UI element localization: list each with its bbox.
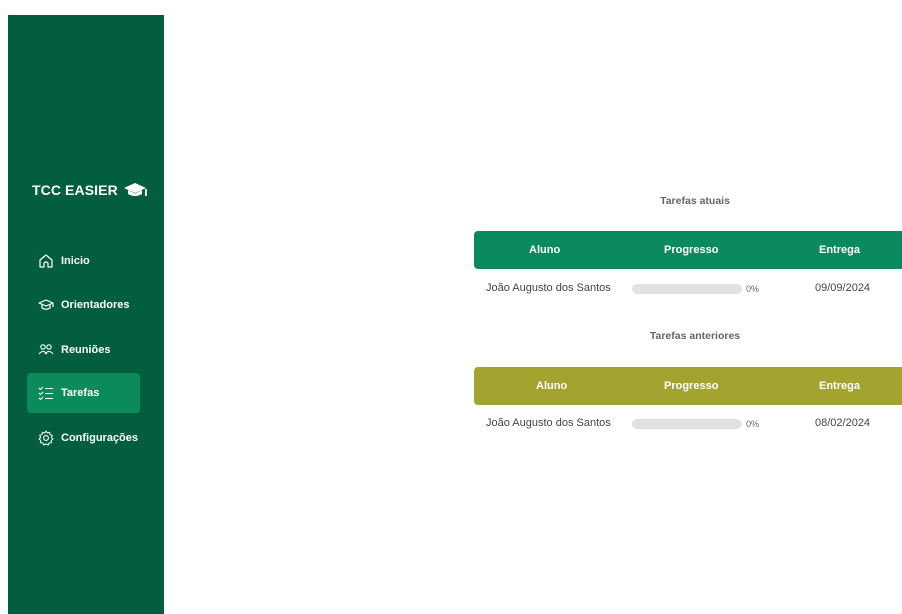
brand-name: TCC EASIER	[32, 182, 118, 198]
brand-logo[interactable]: TCC EASIER	[32, 181, 149, 199]
progress-bar	[632, 419, 742, 429]
previous-tasks-header: Aluno Progresso Entrega	[474, 367, 902, 405]
due-date: 08/02/2024	[815, 417, 871, 429]
graduation-cap-icon	[123, 181, 149, 199]
sidebar-item-tarefas[interactable]: Tarefas	[27, 373, 140, 413]
sidebar-item-reunioes[interactable]: Reuniões	[27, 330, 140, 370]
table-row[interactable]: João Augusto dos Santos 0% 08/02/2024	[474, 414, 902, 434]
column-header-entrega: Entrega	[819, 380, 860, 392]
sidebar-item-label: Inicio	[61, 255, 90, 267]
current-tasks-title: Tarefas atuais	[660, 195, 730, 207]
column-header-progresso: Progresso	[664, 244, 719, 256]
gear-icon	[38, 430, 54, 446]
home-icon	[38, 253, 54, 269]
previous-tasks-title: Tarefas anteriores	[649, 330, 741, 342]
current-tasks-header: Aluno Progresso Entrega	[474, 231, 902, 269]
column-header-aluno: Aluno	[536, 380, 568, 392]
checklist-icon	[38, 385, 54, 401]
due-date: 09/09/2024	[815, 282, 871, 294]
column-header-entrega: Entrega	[819, 244, 860, 256]
sidebar-item-label: Configurações	[61, 432, 139, 444]
sidebar-item-inicio[interactable]: Inicio	[27, 241, 140, 281]
student-name: João Augusto dos Santos	[486, 282, 611, 294]
progress-label: 0%	[746, 284, 760, 294]
sidebar-item-label: Orientadores	[61, 299, 130, 311]
sidebar-item-label: Reuniões	[61, 344, 111, 356]
table-row[interactable]: João Augusto dos Santos 0% 09/09/2024	[474, 279, 902, 299]
sidebar-item-label: Tarefas	[61, 387, 100, 399]
progress-label: 0%	[746, 419, 760, 429]
column-header-progresso: Progresso	[664, 380, 719, 392]
sidebar-item-orientadores[interactable]: Orientadores	[27, 285, 140, 325]
sidebar-item-configuracoes[interactable]: Configurações	[27, 418, 140, 458]
column-header-aluno: Aluno	[529, 244, 561, 256]
progress-bar	[632, 284, 742, 294]
graduation-cap-icon	[38, 297, 54, 313]
users-icon	[38, 342, 54, 358]
sidebar: TCC EASIER Inicio Orientadores Reuniões …	[8, 15, 164, 614]
student-name: João Augusto dos Santos	[486, 417, 611, 429]
